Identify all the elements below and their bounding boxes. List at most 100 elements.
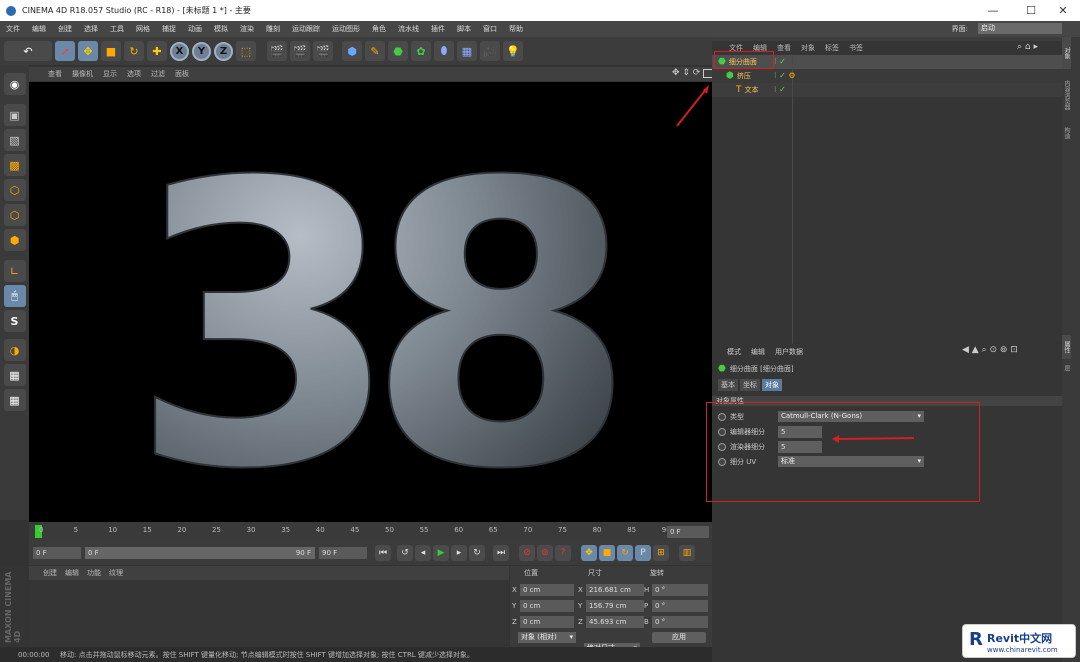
object-item-text[interactable]: T 文本 bbox=[736, 85, 759, 95]
obj-menu-objects[interactable]: 对象 bbox=[796, 43, 820, 53]
menu-mograph[interactable]: 运动图形 bbox=[326, 24, 366, 34]
menu-file[interactable]: 文件 bbox=[0, 24, 26, 34]
select-tool-button[interactable]: ➚ bbox=[55, 41, 75, 61]
size-z-field[interactable]: 45.693 cm bbox=[586, 616, 644, 628]
menu-animate[interactable]: 动画 bbox=[182, 24, 208, 34]
vp-menu-options[interactable]: 选项 bbox=[122, 69, 146, 79]
prev-frame-button[interactable]: ◂ bbox=[415, 545, 431, 561]
move-tool-button[interactable]: ✥ bbox=[78, 41, 98, 61]
vp-menu-view[interactable]: 查看 bbox=[43, 69, 67, 79]
mat-menu-function[interactable]: 功能 bbox=[83, 568, 105, 578]
z-axis-button[interactable]: Z bbox=[214, 41, 233, 61]
go-to-start-button[interactable]: ⏮ bbox=[375, 545, 391, 561]
scale-tool-button[interactable]: ■ bbox=[101, 41, 121, 61]
recent-tool-button[interactable]: ✚ bbox=[147, 41, 167, 61]
mat-menu-texture[interactable]: 纹理 bbox=[105, 568, 127, 578]
vp-menu-panel[interactable]: 面板 bbox=[170, 69, 194, 79]
snap-button[interactable]: S bbox=[3, 310, 26, 332]
obj-manager-tools-icons[interactable]: ⌕ ⌂ ▸ bbox=[1012, 42, 1043, 52]
close-button[interactable]: ✕ bbox=[1046, 0, 1080, 21]
pos-x-field[interactable]: 0 cm bbox=[520, 584, 574, 596]
vp-menu-filter[interactable]: 过滤 bbox=[146, 69, 170, 79]
deformer-button[interactable]: ⬮ bbox=[434, 41, 454, 61]
tab-layers[interactable]: 层 bbox=[1062, 359, 1071, 377]
polygon-mode-button[interactable]: ⬢ bbox=[3, 229, 26, 251]
y-axis-button[interactable]: Y bbox=[192, 41, 211, 61]
rot-h-field[interactable]: 0 ° bbox=[652, 584, 708, 596]
menu-tools[interactable]: 工具 bbox=[104, 24, 130, 34]
tab-attributes[interactable]: 属性 bbox=[1062, 335, 1071, 359]
obj-menu-bookmarks[interactable]: 书签 bbox=[844, 43, 868, 53]
coords-mode-select[interactable]: 对象 (相对) bbox=[518, 632, 576, 643]
maximize-button[interactable]: ☐ bbox=[1014, 0, 1048, 21]
menu-simulate[interactable]: 模拟 bbox=[208, 24, 234, 34]
interface-select[interactable]: 启动 bbox=[978, 23, 1062, 34]
menu-select[interactable]: 选择 bbox=[78, 24, 104, 34]
visibility-toggle[interactable]: ⁝ ✓ bbox=[774, 57, 786, 66]
render-picture-viewer-button[interactable]: 🎬 bbox=[290, 41, 310, 61]
undo-button[interactable]: ↶ bbox=[4, 41, 52, 61]
menu-sculpt[interactable]: 雕刻 bbox=[260, 24, 286, 34]
key-rotation-button[interactable]: ↻ bbox=[617, 545, 633, 561]
cube-button[interactable]: ⬢ bbox=[342, 41, 362, 61]
rotate-tool-button[interactable]: ↻ bbox=[124, 41, 144, 61]
menu-edit[interactable]: 编辑 bbox=[26, 24, 52, 34]
key-position-button[interactable]: ✥ bbox=[581, 545, 597, 561]
current-frame-field[interactable]: 0 F bbox=[667, 526, 709, 538]
tab-content-browser[interactable]: 内容浏览器 bbox=[1062, 69, 1071, 121]
tweak-mode-button[interactable]: 🖱 bbox=[3, 285, 26, 307]
menu-render[interactable]: 渲染 bbox=[234, 24, 260, 34]
key-scale-button[interactable]: ■ bbox=[599, 545, 615, 561]
size-y-field[interactable]: 156.79 cm bbox=[586, 600, 644, 612]
timeline-window-button[interactable]: ▥ bbox=[679, 545, 695, 561]
pen-button[interactable]: ✎ bbox=[365, 41, 385, 61]
coordinate-system-button[interactable]: ⬚ bbox=[236, 41, 256, 61]
obj-menu-edit[interactable]: 编辑 bbox=[748, 43, 772, 53]
make-editable-button[interactable]: ◉ bbox=[3, 73, 26, 95]
pos-z-field[interactable]: 0 cm bbox=[520, 616, 574, 628]
start-frame-field[interactable]: 0 F bbox=[33, 547, 81, 559]
attr-menu-edit[interactable]: 编辑 bbox=[746, 347, 770, 357]
point-mode-button[interactable]: ⬡ bbox=[3, 179, 26, 201]
tab-basic[interactable]: 基本 bbox=[718, 379, 738, 391]
menu-pipeline[interactable]: 流水线 bbox=[392, 24, 425, 34]
menu-character[interactable]: 角色 bbox=[366, 24, 392, 34]
autokey-button[interactable]: ⊛ bbox=[537, 545, 553, 561]
mat-menu-create[interactable]: 创建 bbox=[39, 568, 61, 578]
frame-range-slider[interactable]: 0 F 90 F bbox=[85, 547, 315, 559]
apply-button[interactable]: 应用 bbox=[652, 632, 706, 643]
timeline[interactable]: 051015202530354045505560657075808590 0 F bbox=[29, 522, 712, 541]
attr-nav-icons[interactable]: ◀ ▲ ⌕ ⊙ ⊚ ⊡ bbox=[962, 345, 1018, 355]
edge-mode-button[interactable]: ⬡ bbox=[3, 204, 26, 226]
obj-menu-tags[interactable]: 标签 bbox=[820, 43, 844, 53]
menu-create[interactable]: 创建 bbox=[52, 24, 78, 34]
menu-help[interactable]: 帮助 bbox=[503, 24, 529, 34]
pos-y-field[interactable]: 0 cm bbox=[520, 600, 574, 612]
visibility-toggle[interactable]: ⁝ ✓ bbox=[774, 85, 786, 94]
minimize-button[interactable]: — bbox=[976, 0, 1010, 21]
next-frame-button[interactable]: ▸ bbox=[451, 545, 467, 561]
size-x-field[interactable]: 216.681 cm bbox=[586, 584, 644, 596]
tab-object[interactable]: 对象 bbox=[762, 379, 782, 391]
tab-structure[interactable]: 构造 bbox=[1062, 121, 1071, 145]
attr-menu-mode[interactable]: 模式 bbox=[722, 347, 746, 357]
prev-key-button[interactable]: ↺ bbox=[397, 545, 413, 561]
viewport-nav-icons[interactable]: ✥ ⇕ ⟳ bbox=[667, 68, 705, 78]
planar-workplane-button[interactable]: ▦ bbox=[3, 389, 26, 411]
camera-button[interactable]: 🎥 bbox=[480, 41, 500, 61]
object-row[interactable] bbox=[712, 69, 1062, 83]
subdivision-button[interactable]: ⬣ bbox=[388, 41, 408, 61]
object-row[interactable] bbox=[712, 83, 1062, 97]
obj-menu-view[interactable]: 查看 bbox=[772, 43, 796, 53]
menu-mesh[interactable]: 网格 bbox=[130, 24, 156, 34]
x-axis-button[interactable]: X bbox=[170, 41, 189, 61]
render-view-button[interactable]: 🎬 bbox=[267, 41, 287, 61]
menu-snap[interactable]: 捕捉 bbox=[156, 24, 182, 34]
magnet-button[interactable]: ◑ bbox=[3, 339, 26, 361]
menu-script[interactable]: 脚本 bbox=[451, 24, 477, 34]
key-pla-button[interactable]: ⊞ bbox=[653, 545, 669, 561]
go-to-end-button[interactable]: ⏭ bbox=[493, 545, 509, 561]
visibility-toggle[interactable]: ⁝ ✓ ⚙ bbox=[774, 71, 796, 80]
workplane-mode-button[interactable]: ▩ bbox=[3, 154, 26, 176]
record-button[interactable]: ⊘ bbox=[519, 545, 535, 561]
